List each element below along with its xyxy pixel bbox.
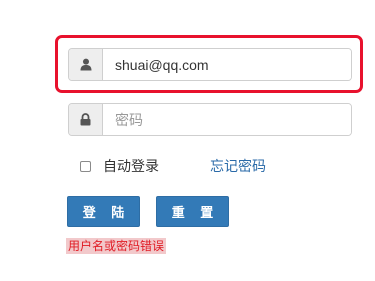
user-icon: [69, 49, 103, 80]
username-field[interactable]: [103, 49, 351, 80]
error-message: 用户名或密码错误: [66, 238, 167, 254]
forgot-password-link[interactable]: 忘记密码: [210, 157, 266, 175]
reset-button[interactable]: 重 置: [156, 196, 229, 227]
username-input-group[interactable]: [68, 48, 352, 81]
password-field[interactable]: [103, 104, 351, 135]
lock-icon: [69, 104, 103, 135]
login-button[interactable]: 登 陆: [67, 196, 140, 227]
remember-me-row: 自动登录: [80, 157, 159, 175]
password-input-group[interactable]: [68, 103, 352, 136]
remember-me-label[interactable]: 自动登录: [103, 156, 159, 176]
remember-me-checkbox[interactable]: [80, 160, 91, 172]
